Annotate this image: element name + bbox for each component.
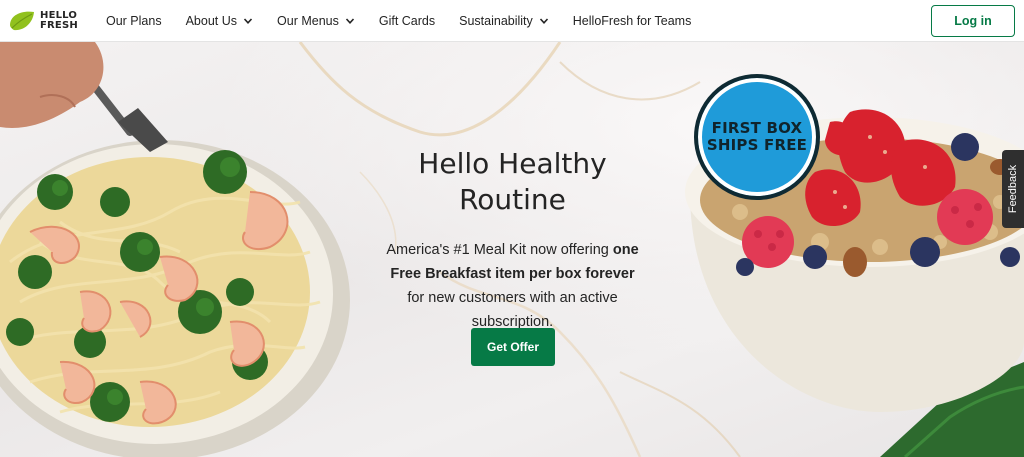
badge-line-2: SHIPS FREE (706, 136, 808, 154)
nav-our-menus[interactable]: Our Menus (277, 14, 355, 28)
first-box-ships-free-badge: FIRST BOX SHIPS FREE (694, 74, 820, 200)
feedback-label: Feedback (1007, 164, 1019, 214)
hellofresh-logo[interactable]: HELLO FRESH (8, 8, 88, 34)
nav-about-us[interactable]: About Us (186, 14, 253, 28)
get-offer-button[interactable]: Get Offer (471, 328, 555, 366)
hero-title-line-2: Routine (459, 183, 566, 216)
badge-line-1: FIRST BOX (711, 119, 803, 137)
hero-title-line-1: Hello Healthy (418, 147, 607, 180)
hero-description-suffix: for new customers with an active subscri… (407, 290, 618, 330)
hero-copy: Hello Healthy Routine America's #1 Meal … (380, 146, 645, 334)
hero-description: America's #1 Meal Kit now offering one F… (380, 238, 645, 334)
main-nav: Our Plans About Us Our Menus Gift Cards … (106, 0, 715, 42)
chevron-down-icon (539, 18, 548, 24)
chevron-down-icon (243, 18, 253, 24)
logo-wordmark: HELLO FRESH (40, 10, 78, 31)
nav-label: HelloFresh for Teams (572, 14, 692, 28)
hero-description-prefix: America's #1 Meal Kit now offering (386, 242, 609, 258)
hero-title: Hello Healthy Routine (380, 146, 645, 218)
lime-leaf-logo-icon (10, 11, 34, 31)
hero-banner: FIRST BOX SHIPS FREE Hello Healthy Routi… (0, 42, 1024, 457)
nav-label: Our Menus (277, 14, 339, 28)
nav-sustainability[interactable]: Sustainability (459, 14, 549, 28)
nav-label: About Us (185, 14, 238, 28)
nav-our-plans[interactable]: Our Plans (106, 14, 162, 28)
nav-label: Gift Cards (378, 14, 436, 28)
nav-label: Our Plans (106, 14, 162, 28)
site-header: HELLO FRESH Our Plans About Us Our Menus… (0, 0, 1024, 42)
nav-hellofresh-for-teams[interactable]: HelloFresh for Teams (573, 14, 692, 28)
login-button[interactable]: Log in (931, 5, 1015, 37)
feedback-tab[interactable]: Feedback (1002, 150, 1024, 228)
nav-label: Sustainability (459, 14, 533, 28)
nav-gift-cards[interactable]: Gift Cards (379, 14, 435, 28)
chevron-down-icon (345, 18, 354, 24)
shrimp-broccoli-pasta-bowl (0, 42, 350, 457)
